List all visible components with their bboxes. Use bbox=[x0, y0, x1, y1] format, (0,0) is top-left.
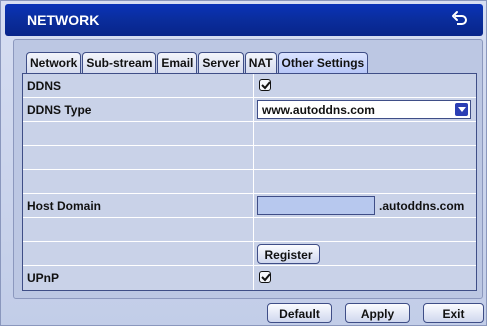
check-icon bbox=[261, 273, 271, 282]
footer-buttons: Default Apply Exit bbox=[1, 301, 487, 325]
upnp-label: UPnP bbox=[23, 266, 254, 290]
empty-cell bbox=[23, 218, 254, 241]
empty-cell bbox=[254, 218, 476, 241]
dropdown-arrow-icon[interactable] bbox=[455, 103, 468, 116]
ddns-label: DDNS bbox=[23, 74, 254, 97]
ddns-type-cell: www.autoddns.com bbox=[254, 98, 476, 121]
ddns-checkbox[interactable] bbox=[259, 79, 271, 91]
tab-nat[interactable]: NAT bbox=[244, 52, 277, 73]
register-cell: Register bbox=[254, 242, 476, 265]
empty-cell bbox=[254, 122, 476, 145]
host-domain-input[interactable] bbox=[257, 196, 375, 215]
empty-cell bbox=[254, 170, 476, 193]
ddns-type-label: DDNS Type bbox=[23, 98, 254, 121]
tab-sub-stream[interactable]: Sub-stream bbox=[82, 52, 157, 73]
empty-cell bbox=[23, 146, 254, 169]
table-row bbox=[23, 146, 476, 170]
empty-cell bbox=[23, 122, 254, 145]
table-row: Host Domain .autoddns.com bbox=[23, 194, 476, 218]
settings-panel: Network Sub-stream Email Server NAT Othe… bbox=[13, 39, 483, 299]
upnp-value-cell bbox=[254, 266, 476, 290]
upnp-checkbox[interactable] bbox=[259, 271, 271, 283]
table-row bbox=[23, 218, 476, 242]
table-row bbox=[23, 122, 476, 146]
tab-network[interactable]: Network bbox=[26, 52, 82, 73]
empty-cell bbox=[254, 146, 476, 169]
table-row bbox=[23, 170, 476, 194]
table-row: Register bbox=[23, 242, 476, 266]
ddns-type-select[interactable]: www.autoddns.com bbox=[257, 100, 471, 119]
settings-table: DDNS DDNS Type www.autoddns.com Host Dom… bbox=[22, 73, 477, 291]
table-row: DDNS bbox=[23, 74, 476, 98]
ddns-type-value: www.autoddns.com bbox=[262, 103, 375, 117]
register-button[interactable]: Register bbox=[257, 244, 320, 264]
back-arrow-icon[interactable] bbox=[449, 9, 469, 29]
host-domain-label: Host Domain bbox=[23, 194, 254, 217]
host-domain-suffix: .autoddns.com bbox=[379, 199, 465, 213]
tab-other-settings[interactable]: Other Settings bbox=[277, 52, 369, 73]
window-title: NETWORK bbox=[27, 12, 100, 28]
table-row: UPnP bbox=[23, 266, 476, 290]
exit-button[interactable]: Exit bbox=[423, 303, 484, 323]
tab-server[interactable]: Server bbox=[198, 52, 244, 73]
apply-button[interactable]: Apply bbox=[345, 303, 410, 323]
empty-cell bbox=[23, 170, 254, 193]
table-row: DDNS Type www.autoddns.com bbox=[23, 98, 476, 122]
title-bar: NETWORK bbox=[5, 4, 483, 36]
tab-email[interactable]: Email bbox=[157, 52, 198, 73]
check-icon bbox=[261, 81, 271, 90]
ddns-value-cell bbox=[254, 74, 476, 97]
default-button[interactable]: Default bbox=[267, 303, 332, 323]
host-domain-cell: .autoddns.com bbox=[254, 194, 476, 217]
empty-cell bbox=[23, 242, 254, 265]
tab-bar: Network Sub-stream Email Server NAT Othe… bbox=[26, 52, 369, 73]
network-window: NETWORK Network Sub-stream Email Server … bbox=[0, 0, 487, 326]
